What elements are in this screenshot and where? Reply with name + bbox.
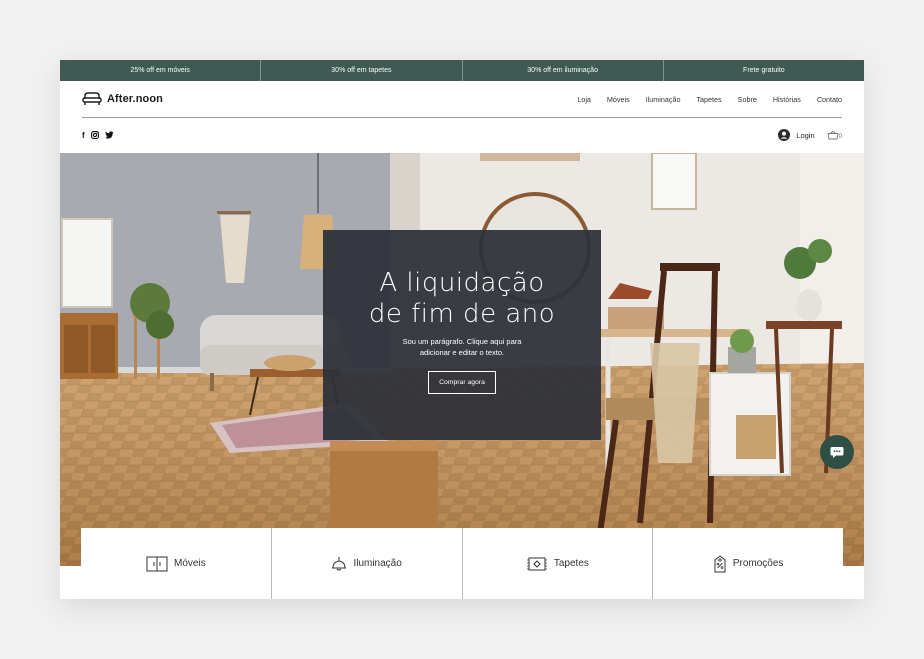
category-promocoes[interactable]: Promoções bbox=[653, 528, 843, 599]
nav-item-loja[interactable]: Loja bbox=[577, 95, 591, 104]
login-label: Login bbox=[796, 130, 815, 140]
promo-item[interactable]: Frete gratuito bbox=[664, 60, 864, 81]
nav-item-historias[interactable]: Histórias bbox=[773, 95, 801, 104]
logo-text: After.noon bbox=[107, 93, 163, 105]
promo-bar: 25% off em móveis 30% off em tapetes 30%… bbox=[60, 60, 864, 81]
site-frame: 25% off em móveis 30% off em tapetes 30%… bbox=[60, 60, 864, 599]
category-tapetes[interactable]: Tapetes bbox=[463, 528, 654, 599]
chat-bubble-icon bbox=[830, 447, 844, 458]
category-label: Móveis bbox=[174, 558, 206, 569]
armchair-logo-icon bbox=[82, 92, 102, 105]
nav-item-moveis[interactable]: Móveis bbox=[607, 95, 630, 104]
promo-item[interactable]: 30% off em tapetes bbox=[261, 60, 463, 81]
category-bar: Móveis Iluminação Tapetes Promoções bbox=[81, 528, 843, 599]
lamp-icon bbox=[332, 556, 347, 570]
chat-button[interactable] bbox=[820, 435, 854, 469]
sub-header: f Login 0 bbox=[82, 118, 842, 152]
main-nav: Loja Móveis Iluminação Tapetes Sobre His… bbox=[577, 95, 842, 104]
instagram-icon[interactable] bbox=[90, 131, 99, 139]
cart-button[interactable]: 0 bbox=[827, 130, 842, 140]
category-label: Iluminação bbox=[353, 558, 402, 569]
hero-paragraph: Sou um parágrafo. Clique aqui para adici… bbox=[402, 337, 522, 357]
site-header: After.noon Loja Móveis Iluminação Tapete… bbox=[82, 81, 842, 118]
account-area: Login 0 bbox=[778, 129, 842, 141]
hero-title-line-2: de fim de ano bbox=[368, 299, 556, 329]
shop-now-button[interactable]: Comprar agora bbox=[428, 371, 496, 394]
facebook-icon[interactable]: f bbox=[82, 131, 85, 140]
tag-icon bbox=[714, 554, 726, 572]
logo[interactable]: After.noon bbox=[82, 92, 163, 106]
category-moveis[interactable]: Móveis bbox=[81, 528, 272, 599]
nav-item-contato[interactable]: Contato bbox=[817, 95, 842, 104]
nav-item-iluminacao[interactable]: Iluminação bbox=[646, 95, 681, 104]
category-label: Promoções bbox=[732, 558, 784, 569]
category-label: Tapetes bbox=[553, 558, 589, 569]
promo-item[interactable]: 30% off em iluminação bbox=[463, 60, 664, 81]
twitter-icon[interactable] bbox=[104, 131, 114, 139]
hero-title: A liquidação de fim de ano bbox=[369, 268, 555, 330]
cart-count: 0 bbox=[838, 134, 842, 140]
hero-section: A liquidação de fim de ano Sou um parágr… bbox=[60, 153, 864, 566]
login-button[interactable]: Login bbox=[778, 129, 815, 141]
basket-icon bbox=[827, 131, 839, 140]
nav-item-sobre[interactable]: Sobre bbox=[738, 95, 757, 104]
hero-title-line-1: A liquidação bbox=[379, 268, 545, 298]
promo-item[interactable]: 25% off em móveis bbox=[60, 60, 262, 81]
hero-overlay: A liquidação de fim de ano Sou um parágr… bbox=[323, 230, 601, 440]
social-links: f bbox=[82, 131, 114, 140]
category-iluminacao[interactable]: Iluminação bbox=[272, 528, 463, 599]
cabinet-icon bbox=[146, 556, 168, 571]
nav-item-tapetes[interactable]: Tapetes bbox=[696, 95, 721, 104]
rug-icon bbox=[526, 557, 547, 570]
user-icon bbox=[778, 129, 791, 141]
